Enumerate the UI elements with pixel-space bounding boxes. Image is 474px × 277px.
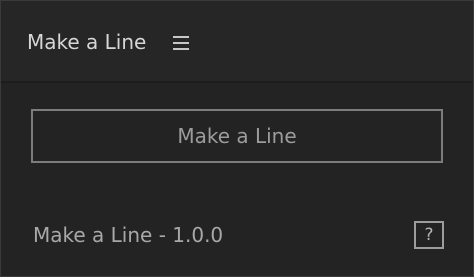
panel-title: Make a Line [27,30,147,54]
hamburger-menu-icon[interactable] [173,36,189,50]
menu-bar-middle [173,42,189,44]
extension-panel: Make a Line Make a Line Make a Line - 1.… [0,0,474,277]
make-a-line-button[interactable]: Make a Line [31,109,443,163]
menu-bar-bottom [173,48,189,50]
version-label: Make a Line - 1.0.0 [33,223,224,247]
help-button[interactable]: ? [414,221,444,249]
menu-bar-top [173,36,189,38]
panel-header: Make a Line [1,1,473,83]
